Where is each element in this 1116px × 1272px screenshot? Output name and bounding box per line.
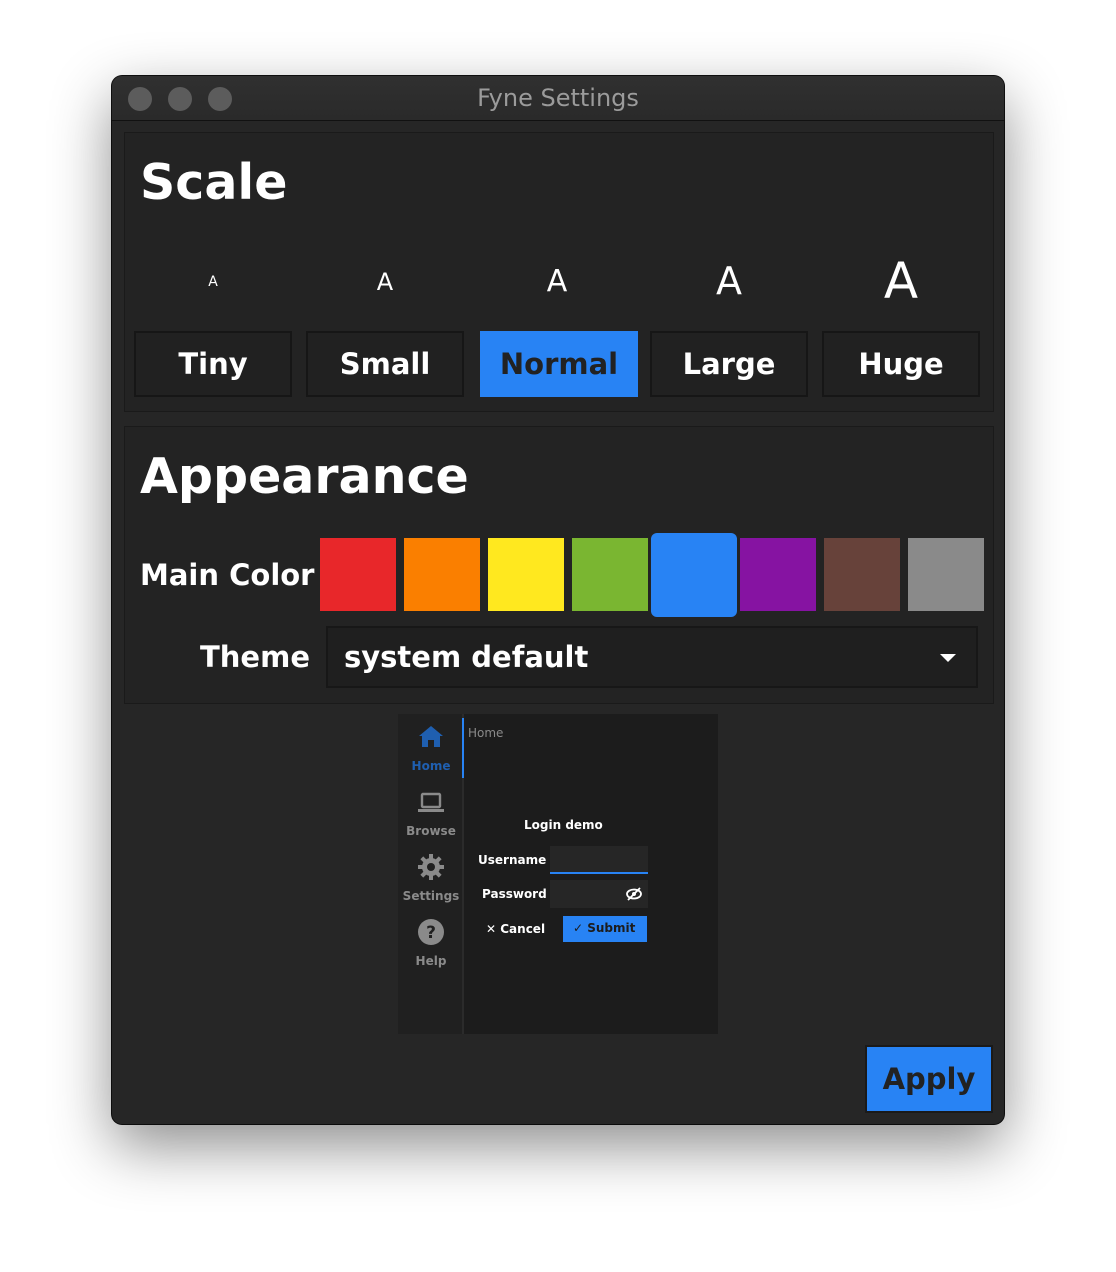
- color-swatch-green[interactable]: [572, 538, 648, 611]
- preview-username-label: Username: [478, 853, 547, 867]
- title-bar[interactable]: Fyne Settings: [112, 76, 1004, 121]
- scale-small-button[interactable]: Small: [306, 331, 464, 397]
- scale-preview-small: A: [376, 268, 394, 296]
- preview-nav-help: Help: [415, 954, 447, 968]
- preview-submit-content: ✓ Submit: [573, 921, 635, 935]
- apply-button[interactable]: Apply: [865, 1045, 993, 1113]
- scale-huge-button[interactable]: Huge: [822, 331, 980, 397]
- dropdown-arrow-icon: [940, 654, 956, 662]
- laptop-icon: [418, 792, 444, 812]
- window-title: Fyne Settings: [477, 84, 639, 112]
- gear-icon: [418, 854, 444, 880]
- scale-preview-large: A: [716, 259, 742, 303]
- preview-submit-button: ✓ Submit: [563, 916, 647, 942]
- color-swatch-yellow[interactable]: [488, 538, 564, 611]
- preview-form-title: Login demo: [524, 818, 603, 832]
- scale-heading: Scale: [140, 154, 288, 211]
- appearance-heading: Appearance: [140, 448, 469, 505]
- close-icon: ✕: [486, 922, 497, 936]
- eye-slash-icon: [626, 887, 642, 901]
- help-icon: ?: [418, 919, 444, 945]
- theme-select[interactable]: system default: [326, 626, 978, 688]
- scale-large-button[interactable]: Large: [650, 331, 808, 397]
- theme-label: Theme: [200, 640, 310, 674]
- preview-nav-settings: Settings: [402, 889, 460, 903]
- scale-tiny-button[interactable]: Tiny: [134, 331, 292, 397]
- preview-username-input: [550, 846, 648, 874]
- svg-text:?: ?: [426, 923, 436, 943]
- scale-preview-huge: A: [883, 252, 919, 310]
- preview-cancel-label: Cancel: [500, 922, 546, 936]
- scale-preview-tiny: A: [208, 274, 218, 290]
- color-swatch-purple[interactable]: [740, 538, 816, 611]
- theme-select-value: system default: [344, 640, 589, 674]
- color-swatch-gray[interactable]: [908, 538, 984, 611]
- preview-nav-browse: Browse: [406, 824, 456, 838]
- scale-normal-button[interactable]: Normal: [480, 331, 638, 397]
- color-swatch-blue[interactable]: [651, 533, 737, 617]
- scale-preview-normal: A: [546, 264, 568, 299]
- main-color-label: Main Color: [140, 558, 315, 592]
- preview-password-label: Password: [482, 887, 547, 901]
- preview-cancel-button: ✕ Cancel: [486, 922, 545, 936]
- preview-breadcrumb: Home: [468, 726, 504, 740]
- color-swatch-brown[interactable]: [824, 538, 900, 611]
- theme-preview: Home Browse Settings ? Help Home Login d…: [398, 714, 718, 1034]
- check-icon: ✓: [573, 921, 584, 935]
- settings-window: Fyne Settings Scale A A A A A Tiny Small…: [112, 76, 1004, 1124]
- preview-submit-label: Submit: [587, 921, 636, 935]
- preview-password-input: [550, 880, 648, 908]
- preview-nav-home: Home: [411, 759, 451, 773]
- color-swatch-red[interactable]: [320, 538, 396, 611]
- home-icon: [419, 726, 443, 747]
- color-swatch-orange[interactable]: [404, 538, 480, 611]
